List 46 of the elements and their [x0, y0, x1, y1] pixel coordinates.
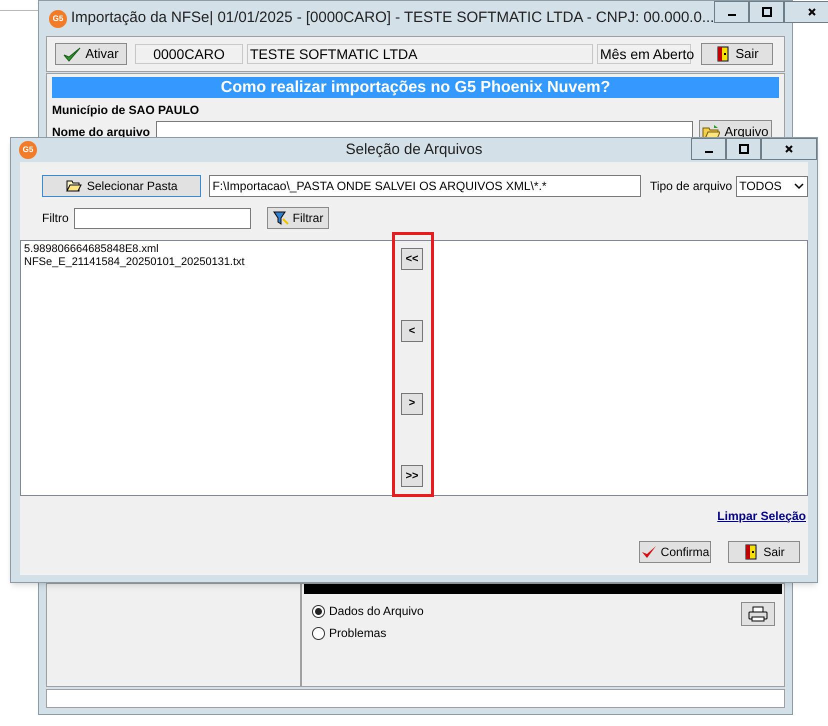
- funnel-icon: [272, 210, 289, 226]
- maximize-icon: [738, 143, 750, 155]
- door-icon: [743, 544, 760, 560]
- minimize-icon: [728, 14, 736, 16]
- file-name-label: Nome do arquivo: [52, 124, 152, 140]
- minimize-button[interactable]: [691, 138, 726, 160]
- printer-icon: [748, 606, 768, 622]
- print-button[interactable]: [741, 602, 775, 626]
- period-status-field: Mês em Aberto: [597, 44, 691, 64]
- minimize-button[interactable]: [714, 1, 750, 23]
- confirm-button[interactable]: Confirma: [639, 541, 711, 563]
- filter-button[interactable]: Filtrar: [267, 207, 329, 229]
- radio-option[interactable]: Problemas: [312, 624, 424, 642]
- folder-icon: [702, 124, 720, 140]
- close-icon: [806, 6, 818, 18]
- clear-selection-link[interactable]: Limpar Seleção: [717, 507, 806, 525]
- checkmark-icon: [640, 545, 657, 559]
- door-icon: [715, 46, 732, 62]
- folder-path-field[interactable]: F:\Importacao\_PASTA ONDE SALVEI OS ARQUIVOS XML\*.*: [209, 175, 641, 197]
- app-logo: G5: [19, 141, 37, 159]
- app-logo: G5: [49, 10, 67, 28]
- radio-option[interactable]: Dados do Arquivo: [312, 602, 424, 620]
- checkmark-icon: [63, 46, 82, 62]
- select-folder-button[interactable]: Selecionar Pasta: [42, 175, 202, 197]
- folder-icon: [66, 180, 82, 192]
- dropdown-value: TODOS: [739, 178, 782, 195]
- file-type-dropdown[interactable]: TODOS: [736, 176, 808, 196]
- file-type-label: Tipo de arquivo: [650, 178, 732, 195]
- exit-button[interactable]: Sair: [728, 541, 800, 563]
- minimize-icon: [704, 151, 712, 153]
- dialog-title: Seleção de Arquivos: [346, 140, 482, 160]
- maximize-button[interactable]: [726, 138, 761, 160]
- maximize-icon: [760, 6, 773, 18]
- chevron-down-icon: [794, 182, 804, 190]
- close-button[interactable]: [784, 1, 828, 23]
- company-code-field: 0000CARO: [135, 44, 243, 64]
- maximize-button[interactable]: [749, 1, 784, 23]
- filter-field[interactable]: [74, 208, 251, 228]
- company-name-field: TESTE SOFTMATIC LTDA: [247, 44, 593, 64]
- exit-button[interactable]: Sair: [701, 43, 773, 65]
- activate-button[interactable]: Ativar: [55, 43, 127, 65]
- filter-label: Filtro: [42, 210, 70, 227]
- close-button[interactable]: [761, 138, 817, 160]
- window-title: Importação da NFSe| 01/01/2025 - [0000CARO] - TESTE SOFTMATIC LTDA - CNPJ: 00.000.0...: [71, 8, 714, 28]
- close-icon: [783, 143, 795, 155]
- municipality-label: Município de SAO PAULO: [52, 102, 200, 119]
